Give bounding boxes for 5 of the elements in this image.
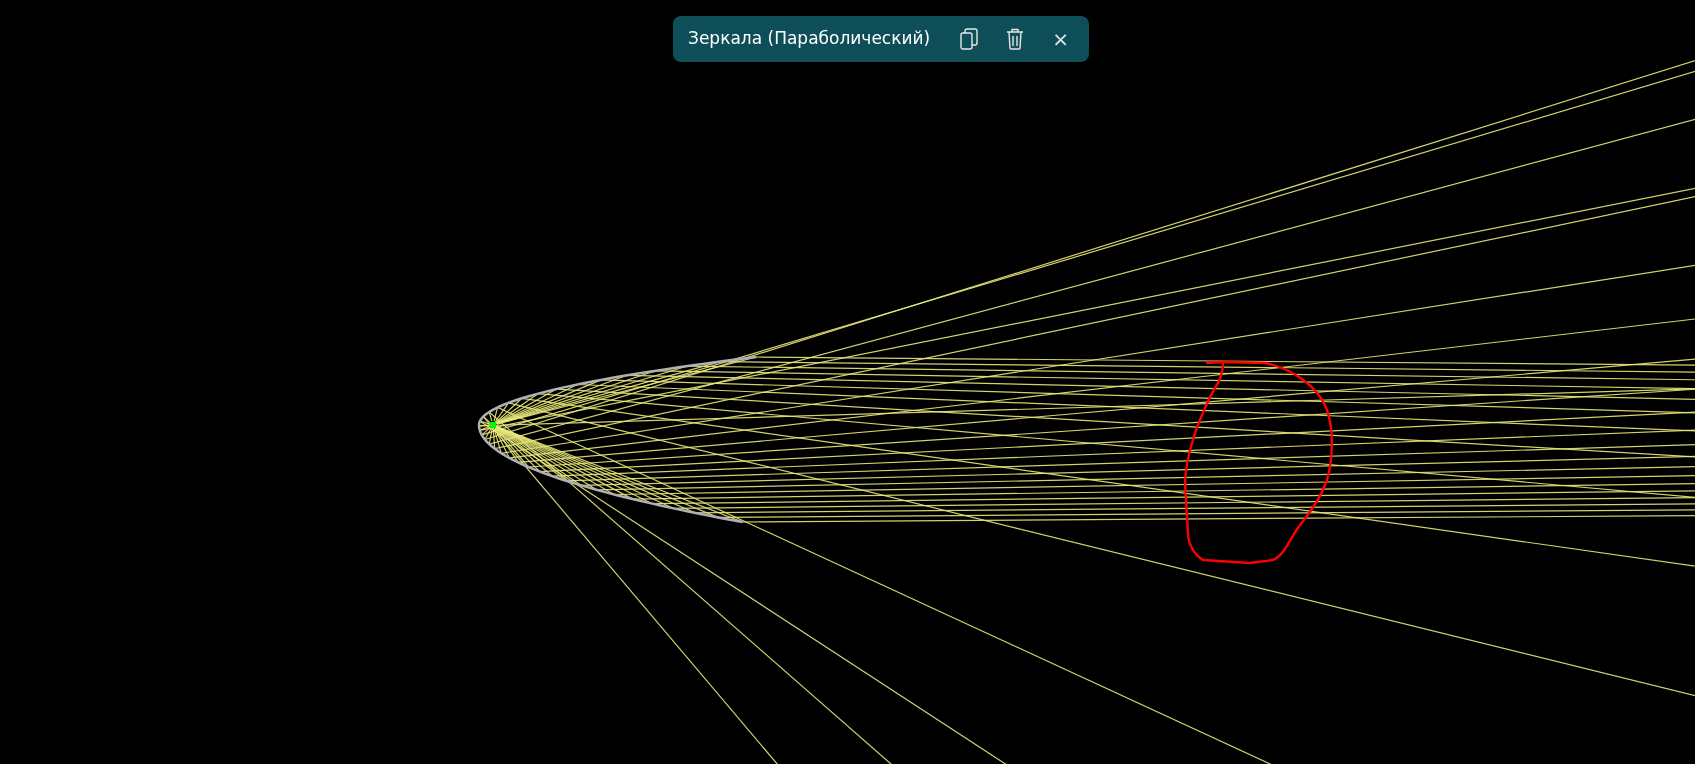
close-button[interactable]: ×: [1046, 25, 1075, 53]
trash-icon: [1006, 28, 1025, 50]
point-source: [490, 422, 496, 428]
copy-icon: [960, 28, 979, 50]
object-title: Зеркала (Параболический): [688, 27, 931, 51]
